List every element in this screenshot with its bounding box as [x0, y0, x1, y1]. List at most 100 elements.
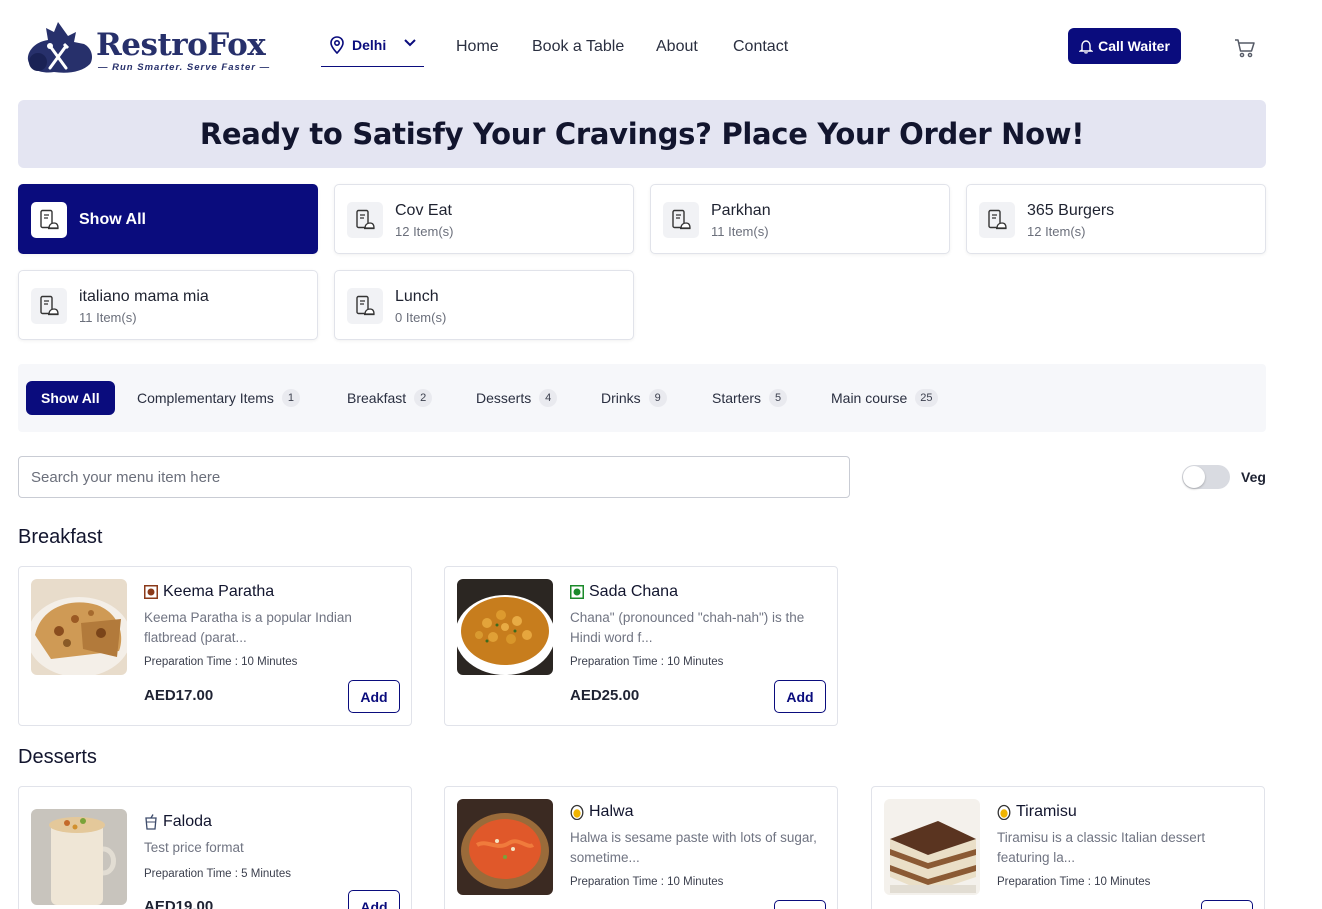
sada-chana-image [457, 579, 553, 675]
add-button[interactable]: Add [774, 900, 826, 909]
menu-item-card: Sada Chana Chana" (pronounced "chah-nah"… [444, 566, 838, 726]
tab-breakfast[interactable]: Breakfast 2 [347, 381, 433, 415]
search-input[interactable] [18, 456, 850, 498]
menu-item-card: Halwa Halwa is sesame paste with lots of… [444, 786, 838, 909]
item-price: AED17.00 [144, 687, 214, 704]
call-waiter-label: Call Waiter [1098, 38, 1170, 54]
tiramisu-image [884, 799, 980, 895]
restaurant-item-count: 11 Item(s) [711, 224, 769, 239]
restaurant-item-count: 12 Item(s) [395, 224, 454, 239]
restaurant-icon [979, 202, 1015, 238]
egg-icon [570, 804, 584, 820]
menu-item-card: Tiramisu Tiramisu is a classic Italian d… [871, 786, 1265, 909]
restaurant-icon [347, 288, 383, 324]
tab-label: Starters [712, 390, 762, 406]
tab-count-badge: 2 [414, 389, 433, 407]
menu-board-icon [40, 295, 59, 316]
drink-icon [144, 814, 158, 830]
tab-starters[interactable]: Starters 5 [712, 381, 788, 415]
restaurant-item-count: 11 Item(s) [79, 310, 137, 325]
tab-count-badge: 4 [539, 389, 558, 407]
tab-complementary-items[interactable]: Complementary Items 1 [137, 381, 300, 415]
bell-icon [1079, 39, 1094, 54]
logo-text: RestroFox [96, 27, 266, 63]
restaurant-card-italiano-mama-mia[interactable]: italiano mama mia 11 Item(s) [18, 270, 318, 340]
halwa-image [457, 799, 553, 895]
tab-count-badge: 9 [648, 389, 667, 407]
add-button[interactable]: Add [774, 680, 826, 713]
tab-drinks[interactable]: Drinks 9 [601, 381, 667, 415]
menu-board-icon [672, 209, 691, 230]
item-prep-time: Preparation Time : 10 Minutes [144, 656, 298, 668]
logo-tagline-text: Run Smarter. Serve Faster [112, 62, 256, 73]
egg-icon [997, 804, 1011, 820]
restaurant-card-365-burgers[interactable]: 365 Burgers 12 Item(s) [966, 184, 1266, 254]
tab-main-course[interactable]: Main course 25 [831, 381, 938, 415]
restaurant-name: Cov Eat [395, 202, 452, 219]
restaurant-name: Parkhan [711, 202, 771, 219]
item-title-row: Faloda [144, 812, 212, 832]
logo-tagline: — Run Smarter. Serve Faster — [98, 62, 271, 73]
item-title-row: Sada Chana [570, 582, 678, 602]
item-prep-time: Preparation Time : 10 Minutes [570, 876, 724, 888]
menu-board-icon [40, 209, 59, 230]
fox-logo-icon [27, 22, 92, 73]
category-tabs: Show All Complementary Items 1 Breakfast… [18, 364, 1266, 432]
call-waiter-button[interactable]: Call Waiter [1068, 28, 1181, 64]
non-veg-icon [144, 585, 158, 599]
tab-count-badge: 1 [281, 389, 300, 407]
menu-item-card: Keema Paratha Keema Paratha is a popular… [18, 566, 412, 726]
tab-count-badge: 5 [769, 389, 788, 407]
tab-label: Desserts [476, 390, 532, 406]
restaurant-icon [347, 202, 383, 238]
location-selector[interactable]: Delhi [321, 30, 424, 67]
nav-home[interactable]: Home [456, 36, 499, 58]
restaurant-card-show-all[interactable]: Show All [18, 184, 318, 254]
nav-about[interactable]: About [656, 36, 698, 58]
add-button[interactable]: Add [348, 890, 400, 909]
nav-contact[interactable]: Contact [733, 36, 788, 58]
menu-board-icon [988, 209, 1007, 230]
tab-label: Breakfast [347, 390, 407, 406]
item-price: AED25.00 [570, 687, 640, 704]
section-title-breakfast: Breakfast [18, 526, 103, 548]
restaurant-card-cov-eat[interactable]: Cov Eat 12 Item(s) [334, 184, 634, 254]
restaurant-icon [31, 288, 67, 324]
restaurant-item-count: 0 Item(s) [395, 310, 447, 325]
veg-toggle[interactable] [1182, 465, 1230, 489]
menu-board-icon [356, 295, 375, 316]
tab-desserts[interactable]: Desserts 4 [476, 381, 558, 415]
toggle-knob [1183, 466, 1205, 488]
cart-icon[interactable] [1234, 38, 1256, 58]
logo[interactable]: RestroFox — Run Smarter. Serve Faster — [24, 18, 274, 74]
restaurant-icon [31, 202, 67, 238]
item-description: Halwa is sesame paste with lots of sugar… [570, 830, 817, 865]
item-name: Faloda [163, 813, 212, 830]
banner-heading: Ready to Satisfy Your Cravings? Place Yo… [199, 117, 1085, 151]
location-label: Delhi [352, 37, 387, 53]
tab-label: Complementary Items [137, 390, 274, 406]
restaurant-card-lunch[interactable]: Lunch 0 Item(s) [334, 270, 634, 340]
order-banner: Ready to Satisfy Your Cravings? Place Yo… [18, 100, 1266, 168]
item-name: Halwa [589, 803, 634, 820]
restaurant-card-parkhan[interactable]: Parkhan 11 Item(s) [650, 184, 950, 254]
location-pin-icon [330, 36, 344, 54]
menu-item-card: Faloda Test price format Preparation Tim… [18, 786, 412, 909]
tab-count-badge: 25 [915, 389, 938, 407]
add-button[interactable]: Add [348, 680, 400, 713]
keema-paratha-image [31, 579, 127, 675]
item-prep-time: Preparation Time : 10 Minutes [570, 656, 724, 668]
item-price: AED19.00 [144, 898, 214, 909]
item-description: Chana" (pronounced "chah-nah") is the Hi… [570, 610, 805, 645]
item-title-row: Halwa [570, 802, 633, 822]
item-description: Tiramisu is a classic Italian dessert fe… [997, 830, 1206, 865]
restaurant-name: Show All [79, 211, 146, 228]
item-title-row: Tiramisu [997, 802, 1077, 822]
nav-book-a-table[interactable]: Book a Table [532, 36, 624, 58]
restaurant-name: Lunch [395, 288, 439, 305]
tab-show-all[interactable]: Show All [26, 381, 115, 415]
add-button[interactable]: Add [1201, 900, 1253, 909]
faloda-image [31, 809, 127, 905]
item-name: Keema Paratha [163, 583, 275, 600]
header: RestroFox — Run Smarter. Serve Faster — … [0, 0, 1322, 96]
